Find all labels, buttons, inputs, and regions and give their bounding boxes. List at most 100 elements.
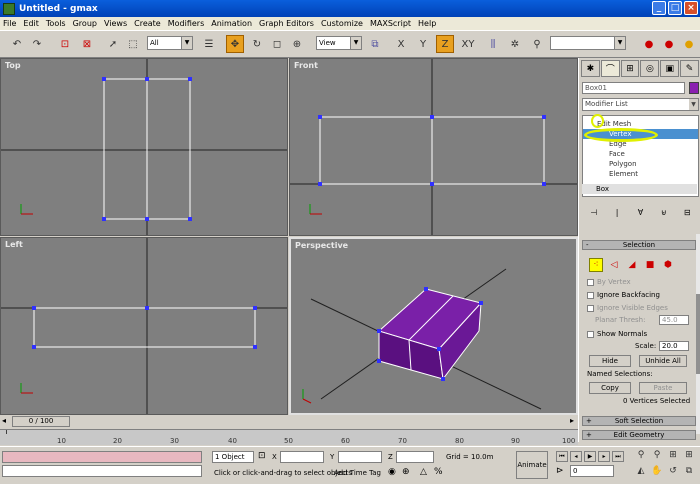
select-and-scale-icon[interactable]: ◻: [268, 35, 286, 53]
next-frame-icon[interactable]: ▸: [598, 451, 610, 462]
menu-help[interactable]: Help: [418, 19, 436, 28]
selection-filter-select[interactable]: All: [147, 36, 193, 50]
viewport-top[interactable]: Top: [0, 58, 288, 236]
edit-geometry-rollout-header[interactable]: + Edit Geometry: [582, 430, 696, 440]
maximize-viewport-icon[interactable]: ⧉: [682, 465, 696, 478]
edge-mode-icon[interactable]: ◁: [607, 258, 621, 272]
x-coord-field[interactable]: [280, 451, 324, 463]
y-coord-field[interactable]: [338, 451, 382, 463]
menu-group[interactable]: Group: [73, 19, 97, 28]
polygon-mode-icon[interactable]: ■: [643, 258, 657, 272]
menu-modifiers[interactable]: Modifiers: [168, 19, 205, 28]
configure-modifier-sets-icon[interactable]: ⊟: [680, 207, 694, 219]
minimize-button[interactable]: _: [652, 1, 666, 15]
ignore-backfacing-checkbox[interactable]: Ignore Backfacing: [587, 291, 660, 299]
make-unique-icon[interactable]: ∀: [633, 207, 647, 219]
animate-button[interactable]: Animate: [516, 451, 548, 479]
snap-toggle-icon[interactable]: ⚲: [528, 35, 546, 53]
menu-file[interactable]: File: [3, 19, 16, 28]
restrict-xy-button[interactable]: XY: [458, 35, 478, 53]
select-object-icon[interactable]: ➚: [104, 35, 122, 53]
reference-coordinate-icon[interactable]: ⊕: [288, 35, 306, 53]
align-icon[interactable]: ✲: [506, 35, 524, 53]
mirror-icon[interactable]: ⫼: [484, 35, 502, 53]
viewport-perspective[interactable]: Perspective: [289, 237, 578, 415]
soft-selection-rollout-header[interactable]: + Soft Selection: [582, 416, 696, 426]
restrict-y-button[interactable]: Y: [414, 35, 432, 53]
pivot-center-icon[interactable]: ⧉: [366, 35, 384, 53]
selection-rollout-header[interactable]: - Selection: [582, 240, 696, 250]
play-icon[interactable]: ▶: [584, 451, 596, 462]
utilities-tab-icon[interactable]: ✎: [680, 60, 699, 77]
object-color-swatch[interactable]: [689, 82, 699, 94]
menu-maxscript[interactable]: MAXScript: [370, 19, 411, 28]
goto-start-icon[interactable]: ⏮: [556, 451, 568, 462]
menu-views[interactable]: Views: [104, 19, 127, 28]
menu-tools[interactable]: Tools: [46, 19, 66, 28]
scrollbar-thumb[interactable]: [696, 294, 700, 374]
restrict-x-button[interactable]: X: [392, 35, 410, 53]
goto-end-icon[interactable]: ⏭: [612, 451, 624, 462]
time-slider-thumb[interactable]: 0 / 100: [12, 416, 70, 427]
add-time-tag-button[interactable]: Add Time Tag: [334, 469, 381, 477]
material-editor-icon[interactable]: ●: [640, 35, 658, 53]
time-slider-right-arrow-icon[interactable]: ▸: [570, 416, 574, 425]
select-and-move-icon[interactable]: ✥: [226, 35, 244, 53]
angle-snap-icon[interactable]: △: [420, 467, 427, 477]
select-and-link-icon[interactable]: ⊡: [56, 35, 74, 53]
element-mode-icon[interactable]: ⬢: [661, 258, 675, 272]
select-by-name-icon[interactable]: ☰: [200, 35, 218, 53]
select-by-region-icon[interactable]: ⬚: [124, 35, 142, 53]
hierarchy-tab-icon[interactable]: ⊞: [620, 60, 640, 77]
time-slider[interactable]: 0 / 100 ◂ ▸: [2, 415, 578, 428]
percent-snap-icon[interactable]: %: [434, 467, 443, 477]
current-frame-field[interactable]: 0: [570, 465, 614, 477]
arc-rotate-icon[interactable]: ↺: [666, 465, 680, 478]
hide-button[interactable]: Hide: [589, 355, 631, 367]
quick-render-icon[interactable]: ●: [680, 35, 698, 53]
track-bar[interactable]: 10 20 30 40 50 60 70 80 90 100: [0, 429, 578, 445]
undo-icon[interactable]: ↶: [8, 35, 26, 53]
zoom-extents-all-icon[interactable]: ⊞: [682, 449, 696, 462]
modify-tab-icon[interactable]: ⌒: [600, 60, 620, 77]
modifier-list-select[interactable]: Modifier List: [582, 98, 699, 111]
show-end-result-icon[interactable]: |: [610, 207, 624, 219]
restrict-z-button[interactable]: Z: [436, 35, 454, 53]
zoom-extents-icon[interactable]: ⊞: [666, 449, 680, 462]
close-button[interactable]: ×: [684, 1, 698, 15]
redo-icon[interactable]: ↷: [28, 35, 46, 53]
stack-item-box[interactable]: Box: [582, 184, 697, 194]
face-mode-icon[interactable]: ◢: [625, 258, 639, 272]
zoom-icon[interactable]: ⚲: [634, 449, 648, 462]
maximize-button[interactable]: □: [668, 1, 682, 15]
viewport-left[interactable]: Left: [0, 237, 288, 415]
zoom-all-icon[interactable]: ⚲: [650, 449, 664, 462]
named-selection-sets-select[interactable]: [550, 36, 626, 50]
snap-icon[interactable]: ⊕: [402, 467, 410, 477]
stack-item-polygon[interactable]: Polygon: [583, 159, 698, 169]
prev-frame-icon[interactable]: ◂: [570, 451, 582, 462]
render-scene-icon[interactable]: ●: [660, 35, 678, 53]
paste-button[interactable]: Paste: [639, 382, 687, 394]
z-coord-field[interactable]: [396, 451, 434, 463]
menu-graph-editors[interactable]: Graph Editors: [259, 19, 314, 28]
unhide-all-button[interactable]: Unhide All: [639, 355, 687, 367]
remove-modifier-icon[interactable]: ⊎: [657, 207, 671, 219]
unlink-icon[interactable]: ⊠: [78, 35, 96, 53]
vertex-mode-icon[interactable]: ⁖: [589, 258, 603, 272]
pan-icon[interactable]: ✋: [650, 465, 664, 478]
menu-animation[interactable]: Animation: [211, 19, 252, 28]
display-tab-icon[interactable]: ▣: [660, 60, 680, 77]
pin-stack-icon[interactable]: ⊣: [587, 207, 601, 219]
maxscript-listener-field[interactable]: [2, 451, 202, 463]
maxscript-output-field[interactable]: [2, 465, 202, 477]
select-and-rotate-icon[interactable]: ↻: [248, 35, 266, 53]
show-normals-checkbox[interactable]: Show Normals: [587, 330, 647, 338]
ignore-visible-edges-checkbox[interactable]: Ignore Visible Edges: [587, 304, 668, 312]
reference-coordinate-select[interactable]: View: [316, 36, 362, 50]
menu-customize[interactable]: Customize: [321, 19, 363, 28]
object-name-field[interactable]: Box01: [582, 82, 685, 94]
command-panel-scrollbar[interactable]: [696, 234, 700, 434]
time-slider-left-arrow-icon[interactable]: ◂: [2, 416, 6, 425]
copy-button[interactable]: Copy: [589, 382, 631, 394]
